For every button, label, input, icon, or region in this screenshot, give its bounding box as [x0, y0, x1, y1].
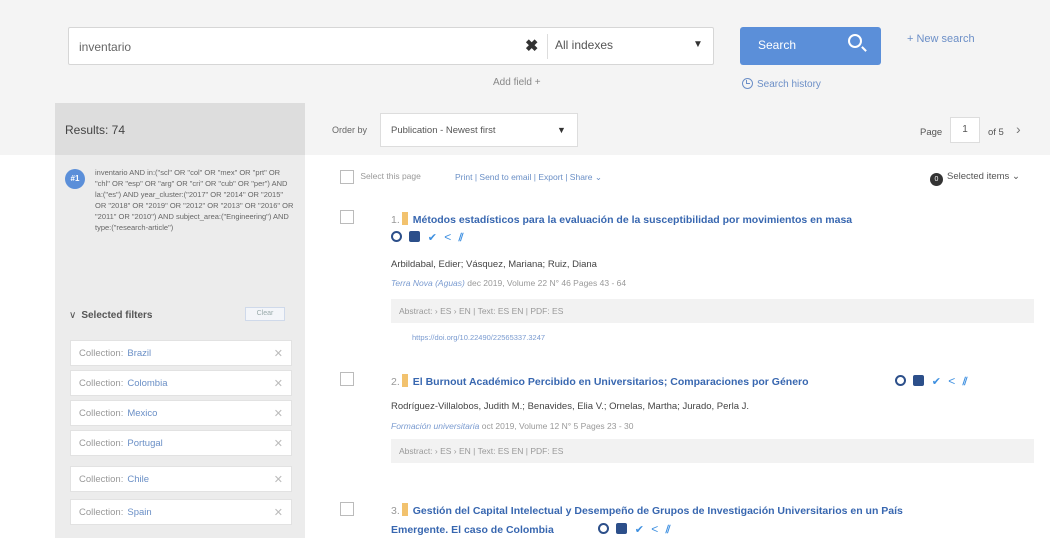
open-access-icon	[401, 212, 408, 225]
search-button-label: Search	[758, 38, 797, 52]
result-checkbox[interactable]	[340, 502, 354, 516]
citation-icon[interactable]	[895, 375, 906, 386]
result-title[interactable]: 2. El Burnout Académico Percibido en Univ…	[391, 374, 809, 391]
metrics-icon[interactable]: ⫽	[459, 232, 464, 245]
divider	[547, 34, 548, 59]
filter-label: Collection: Colombia	[79, 378, 168, 389]
order-by-value: Publication - Newest first	[391, 125, 496, 136]
citation-icon[interactable]	[598, 523, 609, 534]
twitter-icon[interactable]: ✔	[932, 375, 941, 388]
twitter-icon[interactable]: ✔	[428, 231, 437, 244]
result-journal: Terra Nova (Aguas) dec 2019, Volume 22 N…	[391, 278, 627, 288]
filter-chip: Collection: Mexico ✕	[70, 400, 292, 426]
search-history-link[interactable]: Search history	[742, 78, 821, 90]
result-journal: Formación universitaria oct 2019, Volume…	[391, 421, 634, 431]
query-badge: #1	[65, 169, 85, 189]
selected-filters-label: Selected filters	[81, 310, 153, 321]
caret-down-icon[interactable]: ▼	[693, 39, 703, 50]
selected-items-dropdown[interactable]: 0 Selected items ⌄	[930, 171, 1020, 186]
search-box: ✖ All indexes ▼	[68, 27, 714, 65]
filter-label: Collection: Portugal	[79, 438, 163, 449]
result-doi-link[interactable]: https://doi.org/10.22490/22565337.3247	[412, 333, 545, 342]
result-actions[interactable]: Print | Send to email | Export | Share ⌄	[455, 172, 602, 183]
clock-icon	[742, 78, 753, 89]
result-authors: Arbildabal, Edier; Vásquez, Mariana; Rui…	[391, 259, 597, 270]
page-input[interactable]: 1	[950, 117, 980, 143]
facebook-icon[interactable]	[913, 375, 925, 386]
twitter-icon[interactable]: ✔	[635, 523, 644, 536]
new-search-link[interactable]: + New search	[907, 33, 975, 45]
result-abstract-links[interactable]: Abstract: › ES › EN | Text: ES EN | PDF:…	[391, 299, 1034, 323]
result-title-continued[interactable]: Emergente. El caso de Colombia	[391, 522, 554, 539]
result-title[interactable]: 1. Métodos estadísticos para la evaluació…	[391, 212, 852, 229]
next-page-icon[interactable]: ›	[1016, 121, 1021, 137]
select-page-control[interactable]: Select this page	[340, 170, 421, 184]
filter-chip: Collection: Colombia ✕	[70, 370, 292, 396]
remove-filter-icon[interactable]: ✕	[274, 473, 283, 486]
add-field-link[interactable]: Add field +	[493, 77, 541, 88]
open-access-icon	[401, 374, 408, 387]
filter-label: Collection: Spain	[79, 507, 152, 518]
result-checkbox[interactable]	[340, 210, 354, 224]
caret-down-icon: ▼	[557, 125, 566, 135]
share-icons: ✔ < ⫽	[391, 230, 468, 245]
filter-chip: Collection: Brazil ✕	[70, 340, 292, 366]
facebook-icon[interactable]	[409, 231, 421, 242]
share-icon[interactable]: <	[948, 374, 955, 388]
remove-filter-icon[interactable]: ✕	[274, 506, 283, 519]
remove-filter-icon[interactable]: ✕	[274, 407, 283, 420]
result-checkbox[interactable]	[340, 372, 354, 386]
search-input[interactable]	[79, 37, 509, 57]
filter-chip: Collection: Spain ✕	[70, 499, 292, 525]
filter-label: Collection: Chile	[79, 474, 150, 485]
search-history-label: Search history	[757, 79, 821, 90]
filter-chip: Collection: Portugal ✕	[70, 430, 292, 456]
filter-label: Collection: Brazil	[79, 348, 152, 359]
filter-label: Collection: Mexico	[79, 408, 158, 419]
clear-filters-button[interactable]: Clear	[245, 307, 285, 321]
query-text: inventario AND in:("scl" OR "col" OR "me…	[95, 168, 294, 232]
selected-items-label: Selected items ⌄	[947, 171, 1020, 182]
page-total: of 5	[988, 127, 1004, 138]
result-abstract-links[interactable]: Abstract: › ES › EN | Text: ES EN | PDF:…	[391, 439, 1034, 463]
result-authors: Rodríguez-Villalobos, Judith M.; Benavid…	[391, 401, 750, 412]
search-icon	[848, 34, 862, 48]
metrics-icon[interactable]: ⫽	[963, 376, 968, 389]
index-select[interactable]: All indexes	[555, 38, 613, 52]
order-by-select[interactable]: Publication - Newest first ▼	[380, 113, 578, 147]
metrics-icon[interactable]: ⫽	[666, 524, 671, 537]
open-access-icon	[401, 503, 408, 516]
remove-filter-icon[interactable]: ✕	[274, 347, 283, 360]
share-icon[interactable]: <	[444, 230, 451, 244]
results-count: Results: 74	[65, 123, 126, 137]
order-by-label: Order by	[332, 125, 368, 135]
clear-search-icon[interactable]: ✖	[525, 36, 538, 56]
results-count-header: Results: 74	[55, 103, 305, 155]
selected-filters-toggle[interactable]: ∨ Selected filters	[69, 310, 152, 321]
facebook-icon[interactable]	[616, 523, 628, 534]
citation-icon[interactable]	[391, 231, 402, 242]
chevron-down-icon: ∨	[69, 310, 77, 321]
share-icons: ✔ < ⫽	[598, 522, 675, 537]
page-label: Page	[920, 127, 943, 138]
select-page-label: Select this page	[360, 171, 421, 182]
share-icons: ✔ < ⫽	[895, 374, 972, 389]
select-page-checkbox[interactable]	[340, 170, 354, 184]
share-icon[interactable]: <	[651, 522, 658, 536]
selected-count-badge: 0	[930, 173, 943, 186]
filter-chip: Collection: Chile ✕	[70, 466, 292, 492]
results-sidebar: Results: 74 #1 inventario AND in:("scl" …	[55, 103, 305, 538]
remove-filter-icon[interactable]: ✕	[274, 437, 283, 450]
search-button[interactable]: Search	[740, 27, 881, 65]
remove-filter-icon[interactable]: ✕	[274, 377, 283, 390]
result-title[interactable]: 3. Gestión del Capital Intelectual y Dese…	[391, 503, 903, 520]
